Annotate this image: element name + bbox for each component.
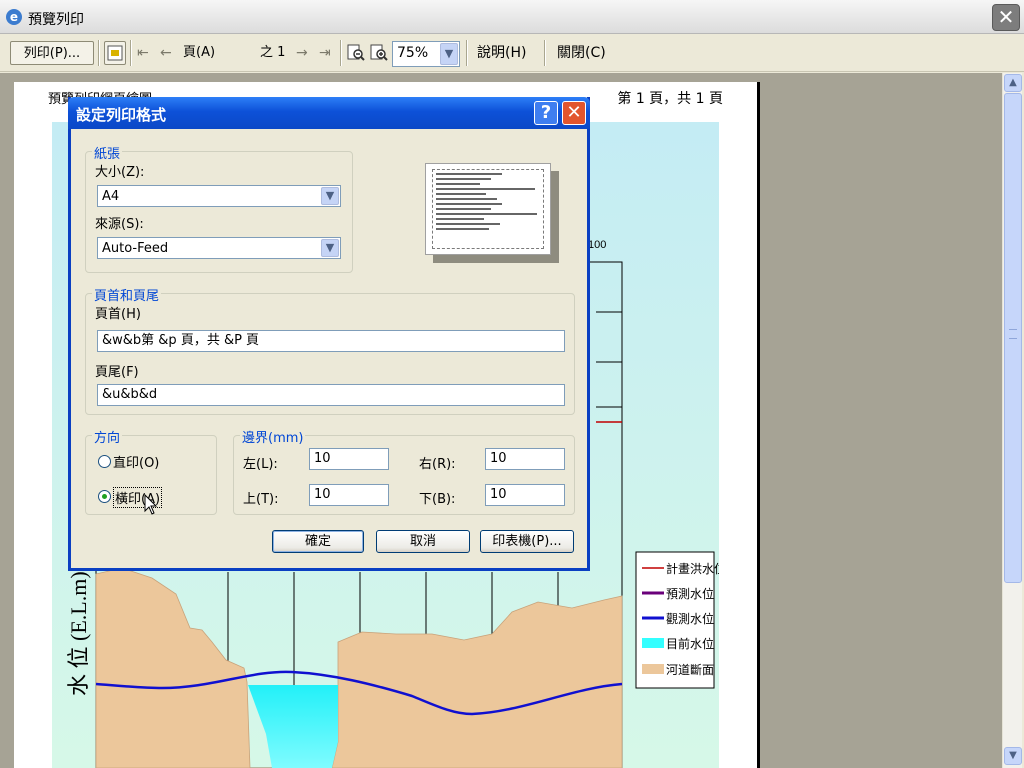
dialog-title: 設定列印格式 [76,106,167,124]
top-margin-label: 上(T): [243,492,279,507]
legend-swatch-current [642,638,664,648]
bottom-margin-input[interactable]: 10 [485,484,565,506]
paper-source-label: 來源(S): [95,217,144,232]
toolbar-separator [466,40,468,66]
help-button[interactable]: 說明(H) [477,41,526,65]
margins-legend: 邊界(mm) [240,427,306,446]
paper-size-select[interactable]: A4 ▼ [97,185,341,207]
browser-icon: e [6,9,22,25]
scroll-grip [1009,329,1017,339]
header-input[interactable]: &w&b第 &p 頁，共 &P 頁 [97,330,565,352]
page-header-right: 第 1 頁，共 1 頁 [617,91,723,107]
footer-input[interactable]: &u&b&d [97,384,565,406]
vertical-scrollbar[interactable]: ▲ ▼ [1002,73,1022,768]
paper-size-value: A4 [102,189,120,204]
right-margin-label: 右(R): [419,457,456,472]
zoom-out-icon[interactable] [346,41,366,65]
toolbar-separator [130,40,132,66]
dialog-help-button[interactable]: ? [534,101,558,125]
ok-button[interactable]: 確定 [272,530,364,553]
last-page-icon[interactable]: ⇥ [319,41,331,65]
prev-page-icon[interactable]: ← [160,41,172,65]
first-page-icon[interactable]: ⇤ [137,41,149,65]
footer-label: 頁尾(F) [95,365,139,380]
left-margin-label: 左(L): [243,457,278,472]
printer-button[interactable]: 印表機(P)... [480,530,574,553]
chevron-down-icon[interactable]: ▼ [321,239,339,257]
print-button[interactable]: 列印(P)... [10,41,94,65]
header-label: 頁首(H) [95,307,141,322]
chart-legend: 計畫洪水位 預測水位 觀測水位 目前水位 河道斷面 [635,551,719,689]
toolbar-separator [340,40,342,66]
legend-label-forecast: 預測水位 [666,586,714,601]
legend-label-riverbed: 河道斷面 [666,663,714,677]
bottom-margin-label: 下(B): [419,492,456,507]
y-axis-label: 水 位 (E.L.m) [66,571,91,696]
zoom-in-icon[interactable] [369,41,389,65]
paper-source-select[interactable]: Auto-Feed ▼ [97,237,341,259]
zoom-value: 75% [397,45,429,61]
window-title: 預覽列印 [28,12,84,28]
window-close-button[interactable]: ✕ [992,4,1020,31]
toolbar-separator [544,40,546,66]
top-margin-input[interactable]: 10 [309,484,389,506]
chevron-down-icon[interactable]: ▼ [440,43,458,65]
mouse-cursor-icon [144,494,158,515]
scroll-down-icon[interactable]: ▼ [1004,747,1022,765]
next-page-icon[interactable]: → [296,41,308,65]
scroll-up-icon[interactable]: ▲ [1004,74,1022,92]
header-footer-legend: 頁首和頁尾 [92,285,162,304]
toolbar-separator [98,40,100,66]
legend-label-flood: 計畫洪水位 [666,561,719,576]
landscape-radio[interactable] [98,490,111,503]
portrait-label[interactable]: 直印(O) [113,452,159,471]
page-label: 頁(A) [183,45,216,60]
page-preview-thumbnail [425,163,551,255]
legend-swatch-riverbed [642,664,664,674]
paper-source-value: Auto-Feed [102,241,169,256]
legend-label-current: 目前水位 [666,636,714,651]
dialog-titlebar: 設定列印格式 ? ✕ [68,97,590,129]
left-margin-input[interactable]: 10 [309,448,389,470]
paper-legend: 紙張 [92,143,123,162]
preview-toolbar: 列印(P)... ⇤ ← 頁(A) 1 之 1 → ⇥ 說明(H) 關閉(C) [0,34,1024,99]
window-titlebar: e 預覽列印 ✕ [0,0,1024,34]
scroll-thumb[interactable] [1004,93,1022,583]
chevron-down-icon[interactable]: ▼ [321,187,339,205]
page-preview-margins [432,169,544,249]
right-margin-input[interactable]: 10 [485,448,565,470]
paper-size-label: 大小(Z): [95,165,145,180]
orientation-legend: 方向 [92,427,123,446]
dialog-close-button[interactable]: ✕ [562,101,586,125]
tick-label-100: 100 [588,239,606,251]
portrait-radio[interactable] [98,455,111,468]
cancel-button[interactable]: 取消 [376,530,470,553]
close-button[interactable]: 關閉(C) [557,41,606,65]
page-count-label: 之 1 [260,45,286,60]
zoom-select[interactable]: 75% ▼ [392,41,460,67]
legend-label-observed: 觀測水位 [666,611,714,626]
page-setup-icon[interactable] [104,41,126,65]
